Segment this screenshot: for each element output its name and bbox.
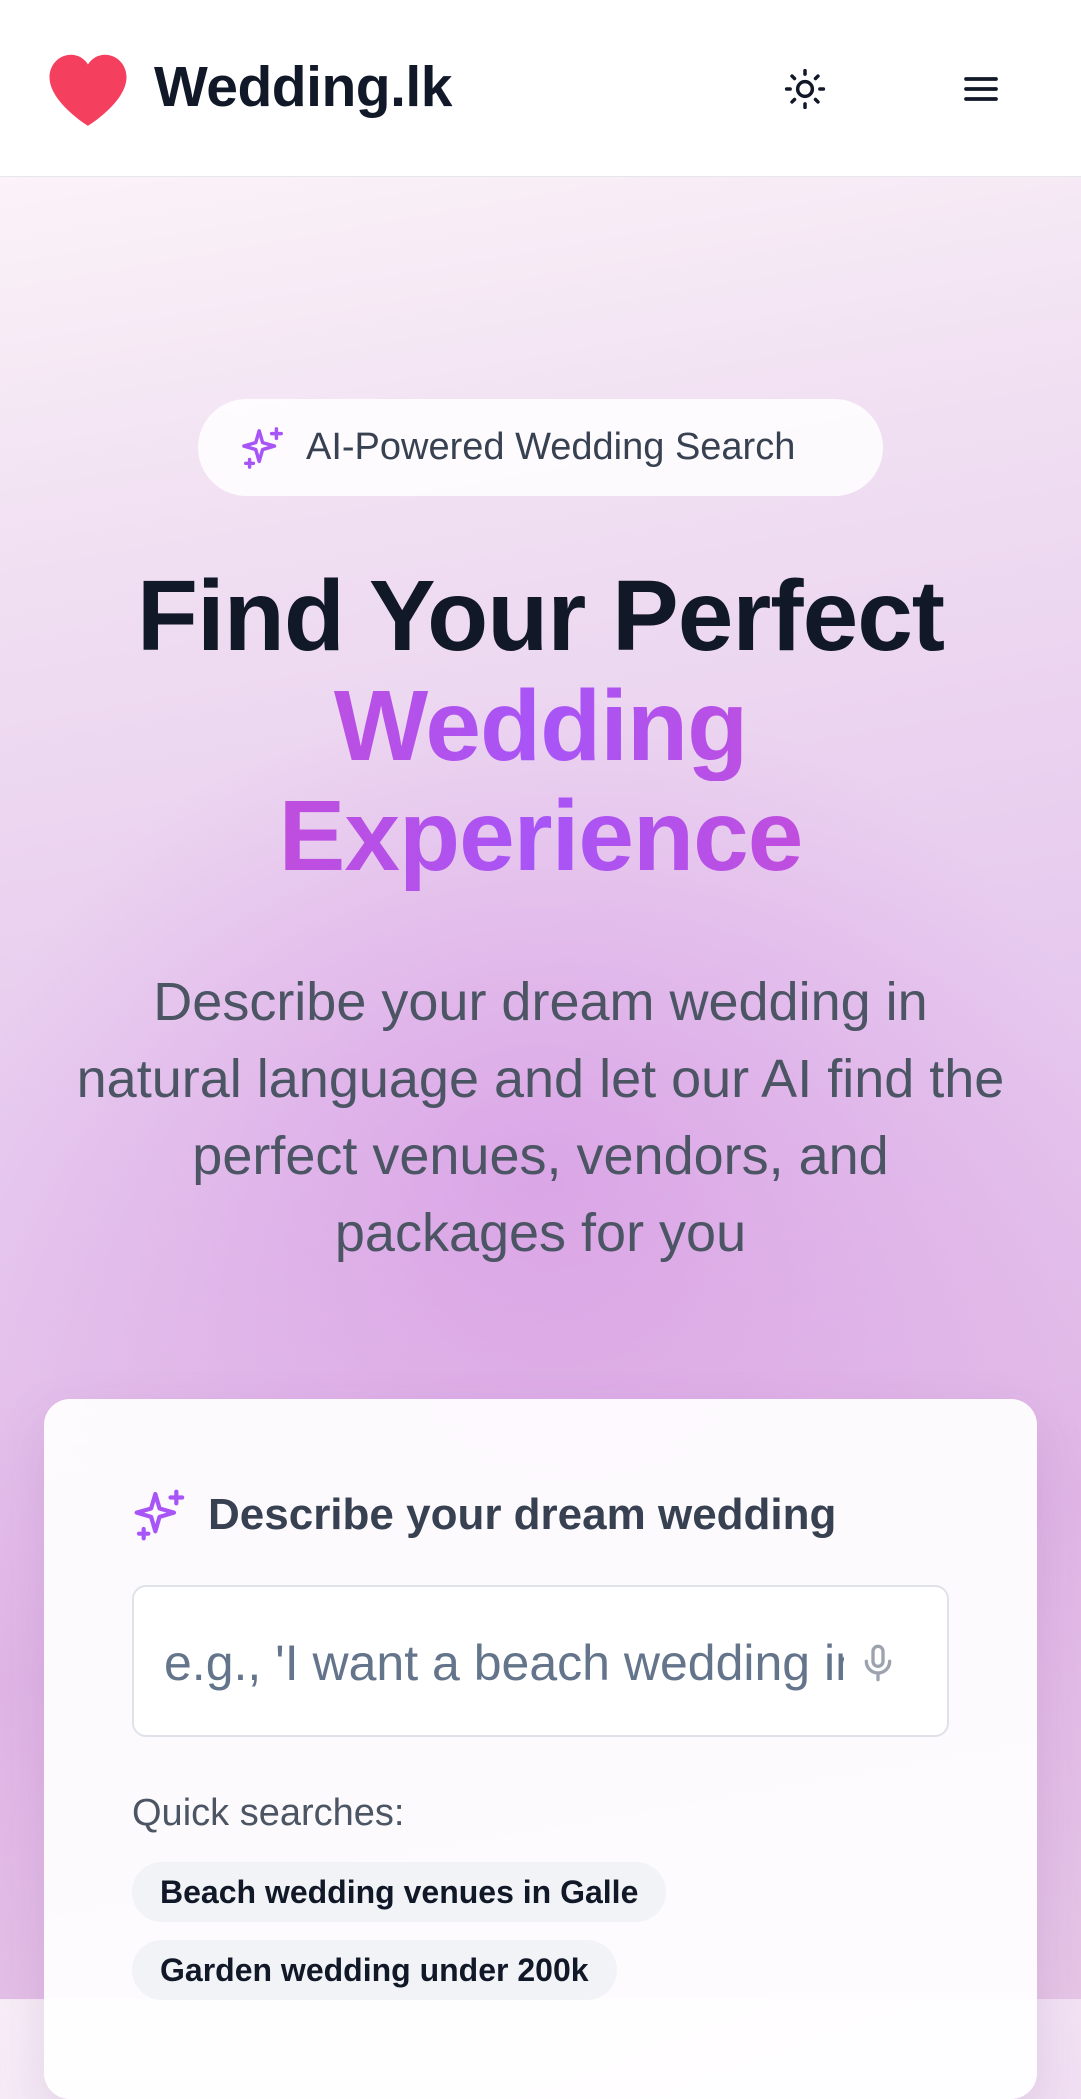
ai-badge: AI-Powered Wedding Search (198, 399, 883, 496)
sun-icon (784, 68, 826, 110)
quick-search-chip[interactable]: Beach wedding venues in Galle (132, 1862, 667, 1922)
headline-line-1: Find Your Perfect (136, 560, 945, 672)
microphone-icon (864, 1644, 892, 1682)
search-box (132, 1585, 949, 1737)
search-card-title: Describe your dream wedding (208, 1490, 837, 1539)
hamburger-menu-icon (964, 77, 998, 101)
menu-button[interactable] (955, 63, 1007, 115)
badge-label: AI-Powered Wedding Search (306, 426, 796, 468)
search-input[interactable] (164, 1623, 844, 1703)
page-title: Find Your Perfect Wedding Experience (0, 561, 1081, 891)
quick-search-chip[interactable]: Garden wedding under 200k (132, 1940, 617, 2000)
hero-section: AI-Powered Wedding Search Find Your Perf… (0, 177, 1081, 2099)
brand-name[interactable]: Wedding.lk (154, 52, 452, 122)
headline-line-2: Wedding (0, 671, 1081, 781)
hero-subtitle: Describe your dream wedding in natural l… (76, 972, 1005, 1263)
heart-icon[interactable] (46, 50, 130, 128)
voice-search-button[interactable] (852, 1637, 904, 1689)
sparkles-icon (134, 1489, 185, 1541)
theme-toggle-button[interactable] (779, 63, 831, 115)
search-card: Describe your dream wedding Quick search… (44, 1399, 1037, 2099)
top-navbar: Wedding.lk (0, 0, 1081, 177)
sparkles-icon (242, 426, 283, 469)
headline-line-3: Experience (0, 781, 1081, 891)
quick-searches-label: Quick searches: (132, 1792, 405, 1834)
search-card-header: Describe your dream wedding (132, 1487, 836, 1543)
